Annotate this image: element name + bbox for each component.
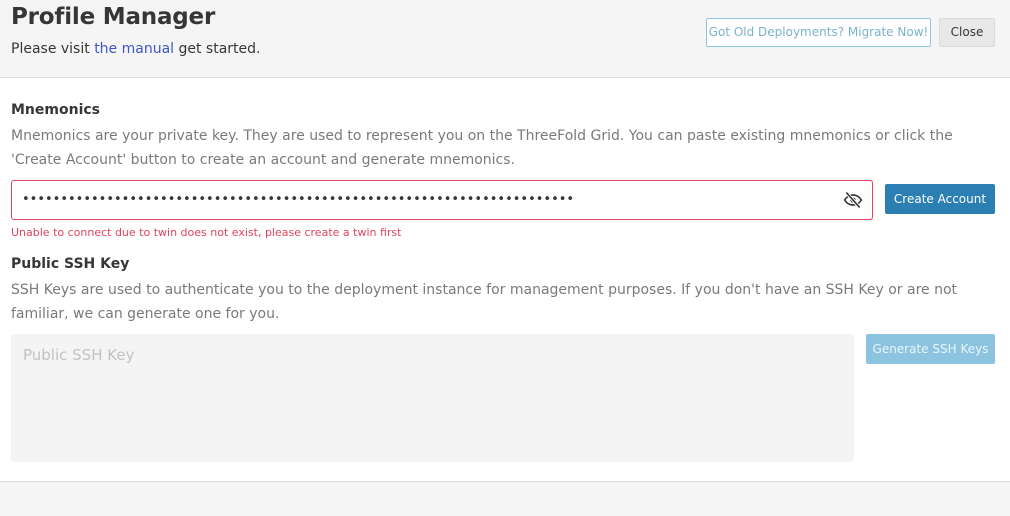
- modal-header: Profile Manager Please visit the manual …: [0, 0, 1010, 78]
- profile-manager-modal: Profile Manager Please visit the manual …: [0, 0, 1010, 516]
- ssh-key-help: SSH Keys are used to authenticate you to…: [11, 282, 958, 322]
- generate-ssh-keys-button[interactable]: Generate SSH Keys: [866, 334, 995, 364]
- migrate-button[interactable]: Got Old Deployments? Migrate Now!: [706, 18, 931, 47]
- ssh-key-label: Public SSH Key: [11, 256, 130, 272]
- mnemonics-field[interactable]: ••••••••••••••••••••••••••••••••••••••••…: [11, 180, 873, 220]
- modal-body: Mnemonics Mnemonics are your private key…: [0, 78, 1010, 482]
- page-subtitle: Please visit the manual get started.: [11, 41, 261, 57]
- manual-link[interactable]: the manual: [94, 41, 174, 57]
- mnemonics-label: Mnemonics: [11, 102, 100, 118]
- mnemonics-input[interactable]: ••••••••••••••••••••••••••••••••••••••••…: [22, 181, 822, 219]
- mnemonics-help: Mnemonics are your private key. They are…: [11, 128, 953, 168]
- ssh-key-textarea[interactable]: [11, 334, 854, 462]
- create-account-button[interactable]: Create Account: [885, 184, 995, 214]
- subtitle-text-after: get started.: [174, 41, 261, 57]
- page-title: Profile Manager: [11, 4, 216, 30]
- close-button[interactable]: Close: [939, 18, 995, 47]
- mnemonics-error: Unable to connect due to twin does not e…: [11, 226, 402, 239]
- subtitle-text-before: Please visit: [11, 41, 95, 57]
- eye-off-icon[interactable]: [842, 190, 864, 210]
